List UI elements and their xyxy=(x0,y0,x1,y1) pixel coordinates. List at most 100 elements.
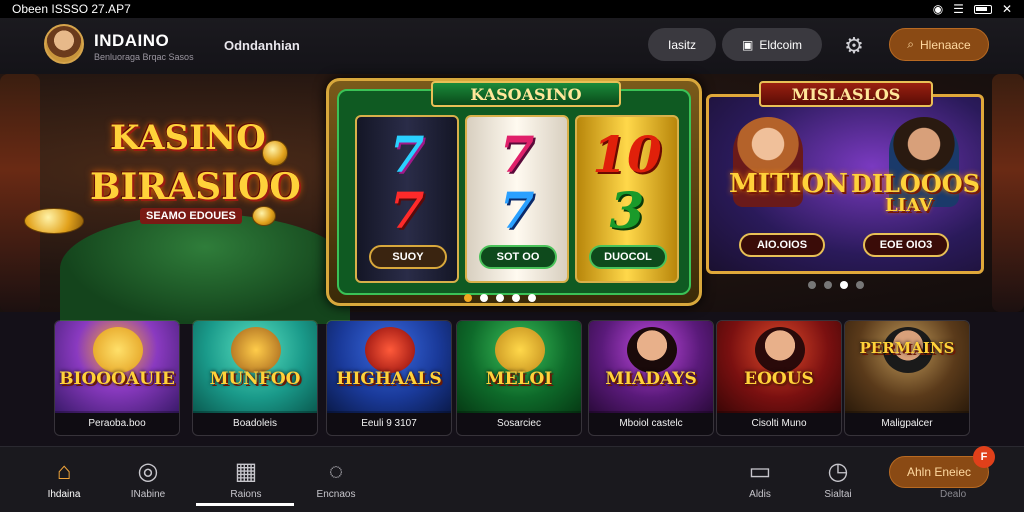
avatar[interactable] xyxy=(44,24,84,64)
promo-right-button[interactable]: EOE OIO3 xyxy=(863,233,949,257)
search-button[interactable]: ⌕ Hlenaace xyxy=(889,28,989,61)
register-button[interactable]: ▣ Eldcoim xyxy=(722,28,822,61)
game-tile-title: MELOI xyxy=(485,369,553,389)
nav-label: INabine xyxy=(130,489,166,500)
app-header: INDAINO Benluoraga Brqac Sasos Odndanhia… xyxy=(0,18,1024,74)
nav-item-stats[interactable]: ◷ Sialtai xyxy=(798,453,878,505)
nav-label: Ihdaina xyxy=(47,489,81,500)
nav-item-chat[interactable]: ◌ Encnaos xyxy=(296,453,376,505)
tv-icon: ▭ xyxy=(748,458,772,485)
game-tile[interactable]: MUNFOO Boadoleis xyxy=(192,320,318,436)
carousel-dots-secondary xyxy=(808,281,864,289)
reel-button[interactable]: SOT OO xyxy=(479,245,557,269)
dice-icon xyxy=(365,327,415,373)
nav-item-games[interactable]: ▦ Raions xyxy=(206,453,286,505)
reel-symbol-top: 7 xyxy=(389,125,425,184)
status-bar: Obeen ISSSO 27.AP7 ◉ ☰ ✕ xyxy=(0,0,1024,18)
carousel-dot[interactable] xyxy=(496,294,504,302)
carousel-dot[interactable] xyxy=(824,281,832,289)
promo-right-word: MITION xyxy=(729,169,848,199)
basketball-icon xyxy=(93,327,143,373)
status-icons: ◉ ☰ ✕ xyxy=(933,2,1012,16)
cta-sublabel: Dealo xyxy=(940,489,967,500)
nav-label: Aldis xyxy=(749,489,771,500)
slot-machine-banner[interactable]: KASOASINO 7 7 SUOY 7 7 SOT OO 10 3 DUOCO… xyxy=(326,78,702,306)
game-tile-label: Cisolti Muno xyxy=(717,411,841,435)
reel-button[interactable]: SUOY xyxy=(369,245,447,269)
roulette-icon xyxy=(231,327,281,373)
reel-symbol-top: 7 xyxy=(499,125,535,184)
reel-symbol-bottom: 7 xyxy=(499,181,535,240)
character-portrait-image xyxy=(755,327,805,373)
slot-reel: 10 3 DUOCOL xyxy=(575,115,679,283)
carousel-dot[interactable] xyxy=(856,281,864,289)
carousel-dot[interactable] xyxy=(528,294,536,302)
game-tile-row: BIOOOAUIE Peraoba.boo MUNFOO Boadoleis H… xyxy=(54,320,970,436)
header-nav-link[interactable]: Odndanhian xyxy=(224,38,300,53)
casino-table-art xyxy=(60,214,350,324)
carousel-dot[interactable] xyxy=(480,294,488,302)
nav-item-live[interactable]: ▭ Aldis xyxy=(720,453,800,505)
nav-item-casino[interactable]: ◎ INabine xyxy=(108,453,188,505)
game-tile[interactable]: MIADAYS Mboiol castelc xyxy=(588,320,714,436)
coin-icon xyxy=(24,208,84,234)
slot-reel: 7 7 SUOY xyxy=(355,115,459,283)
game-tile-title: MIADAYS xyxy=(605,369,697,389)
brand-title: INDAINO xyxy=(94,31,170,50)
carousel-dot[interactable] xyxy=(464,294,472,302)
slot-reel: 7 7 SOT OO xyxy=(465,115,569,283)
nav-label: Raions xyxy=(230,489,262,500)
game-tile[interactable]: HIGHAALS Eeuli 9 3107 xyxy=(326,320,452,436)
gear-icon[interactable]: ⚙ xyxy=(842,34,866,58)
nav-label: Encnaos xyxy=(316,489,356,500)
status-time: Obeen ISSSO 27.AP7 xyxy=(12,2,131,16)
brand-subtitle: Benluoraga Brqac Sasos xyxy=(94,52,194,62)
wifi-icon: ☰ xyxy=(953,2,964,16)
nav-item-home[interactable]: ⌂ Ihdaina xyxy=(24,453,104,505)
promo-right-word: DILOOOS xyxy=(851,169,980,198)
game-tile-title: BIOOOAUIE xyxy=(59,369,175,389)
grid-icon: ▦ xyxy=(234,458,258,485)
game-tile[interactable]: MELOI Sosarciec xyxy=(456,320,582,436)
bottom-navigation: ⌂ Ihdaina ◎ INabine ▦ Raions ◌ Encnaos ▭… xyxy=(0,446,1024,512)
right-slot-machine-art xyxy=(992,74,1024,312)
gold-bar-icon xyxy=(495,327,545,373)
promo-left-tag: SEAMO EDOUES xyxy=(140,208,242,224)
reel-symbol-bottom: 7 xyxy=(389,181,425,240)
slot-machine-frame: KASOASINO 7 7 SUOY 7 7 SOT OO 10 3 DUOCO… xyxy=(337,81,691,295)
close-icon[interactable]: ✕ xyxy=(1002,2,1012,16)
login-button[interactable]: Iasitz xyxy=(648,28,716,61)
promo-right-button[interactable]: AIO.OIOS xyxy=(739,233,825,257)
promo-right-card[interactable]: MISLASLOS MITION DILOOOS LIAV AIO.OIOS E… xyxy=(706,81,984,274)
reel-symbol-bottom: 3 xyxy=(609,181,645,240)
game-tile-title: MUNFOO xyxy=(209,369,301,389)
game-tile[interactable]: EOOUS Cisolti Muno xyxy=(716,320,842,436)
banner-carousel[interactable]: KASINO BIRASIOO SEAMO EDOUES KASOASINO 7… xyxy=(0,74,1024,324)
login-label: Iasitz xyxy=(667,37,696,52)
carousel-dot[interactable] xyxy=(512,294,520,302)
search-label: Hlenaace xyxy=(920,37,971,52)
character-portrait-image xyxy=(627,327,677,373)
carousel-dot[interactable] xyxy=(808,281,816,289)
coin-icon xyxy=(252,206,276,226)
game-tile-title: PERMAINS xyxy=(859,339,955,357)
game-tile-label: Eeuli 9 3107 xyxy=(327,411,451,435)
game-tile[interactable]: BIOOOAUIE Peraoba.boo xyxy=(54,320,180,436)
game-tile-label: Boadoleis xyxy=(193,411,317,435)
left-slot-machine-art xyxy=(0,74,40,312)
chat-icon: ◌ xyxy=(328,458,344,485)
nav-label: Sialtai xyxy=(824,489,852,500)
game-tile-label: Mboiol castelc xyxy=(589,411,713,435)
promo-right-word: LIAV xyxy=(885,195,933,216)
register-label: Eldcoim xyxy=(759,37,803,52)
game-tile-label: Maligpalcer xyxy=(845,411,969,435)
carousel-dots xyxy=(464,294,536,302)
game-tile[interactable]: PERMAINS Maligpalcer xyxy=(844,320,970,436)
reel-button[interactable]: DUOCOL xyxy=(589,245,667,269)
promo-right-header: MISLASLOS xyxy=(759,81,933,107)
game-tile-title: EOOUS xyxy=(744,369,814,389)
game-tile-title: HIGHAALS xyxy=(336,369,442,389)
carousel-dot[interactable] xyxy=(840,281,848,289)
promo-left-subtitle: BIRASIOO xyxy=(90,166,301,208)
notification-badge: F xyxy=(973,446,995,468)
